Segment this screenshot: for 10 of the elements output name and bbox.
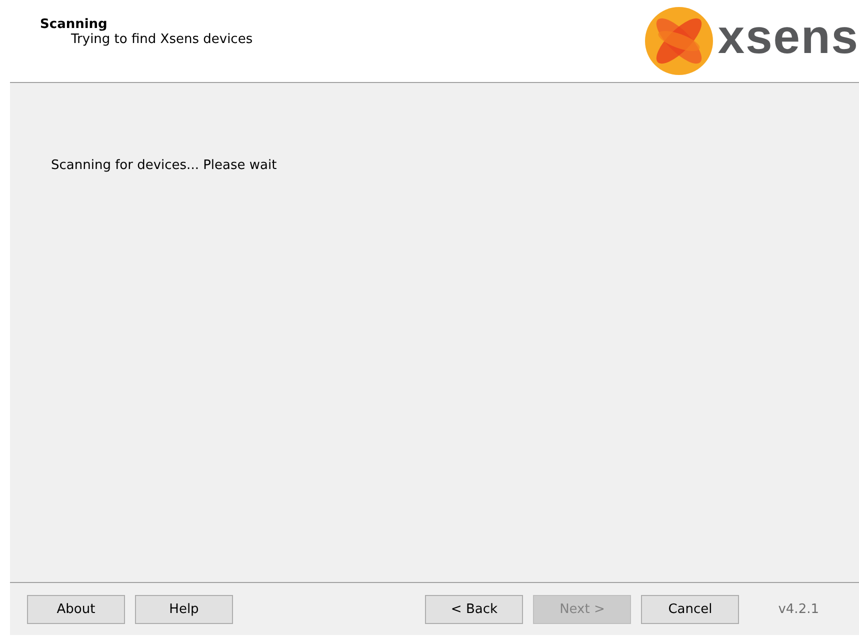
status-message: Scanning for devices... Please wait xyxy=(51,158,277,173)
page-subtitle: Trying to find Xsens devices xyxy=(70,32,253,47)
wizard-button[interactable]: Help xyxy=(135,594,233,624)
wizard-button[interactable]: Cancel xyxy=(641,594,740,624)
version-label: v4.2.1 xyxy=(778,602,819,616)
logo-wordmark: xsens xyxy=(718,14,859,62)
wizard-button[interactable]: < Back xyxy=(425,594,524,624)
page-title: Scanning xyxy=(40,17,108,32)
wizard-button[interactable]: About xyxy=(27,594,125,624)
logo-icon xyxy=(644,6,714,76)
